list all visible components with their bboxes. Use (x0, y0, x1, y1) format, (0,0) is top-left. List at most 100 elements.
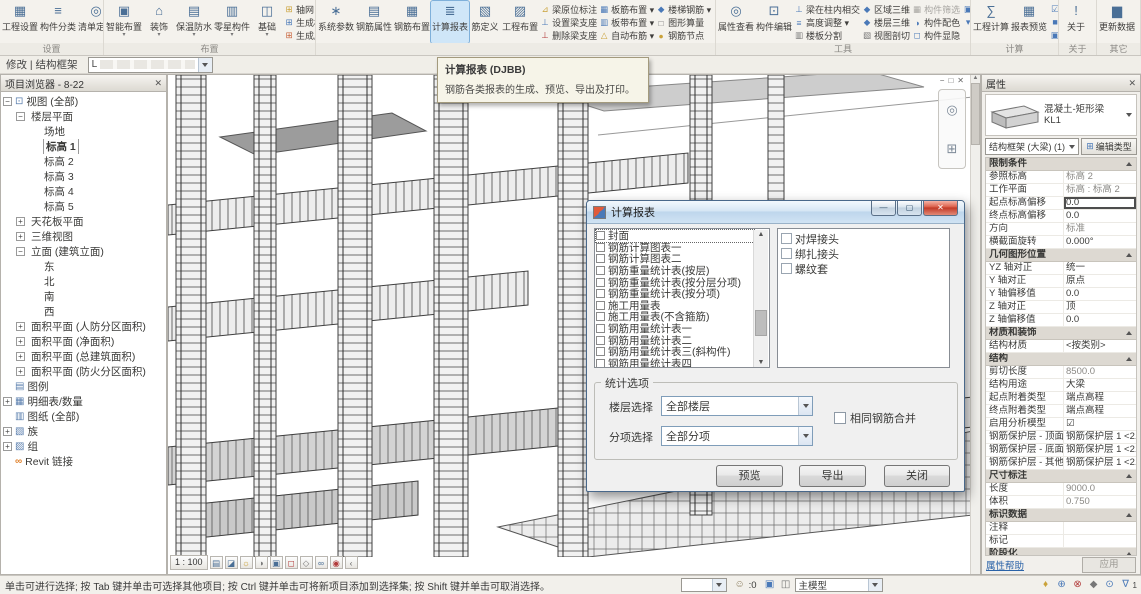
tree-item-level-1-selected[interactable]: 标高 1 (1, 139, 166, 154)
checkbox-unchecked-icon[interactable] (596, 301, 605, 310)
ribbon-small-button[interactable]: ⊥ 设置梁支座 (539, 16, 598, 29)
joint-list-item[interactable]: 螺纹套 (781, 261, 949, 276)
ribbon-button[interactable]: ⊡ 构件编辑 (755, 1, 793, 43)
chevron-down-icon[interactable] (198, 58, 212, 72)
ribbon-button[interactable]: ▥ 零星构件 ▾ (213, 1, 251, 43)
joint-type-list[interactable]: 对焊接头 绑扎接头 螺纹套 (777, 228, 950, 368)
calc-report-button[interactable]: ≣ 计算报表 (431, 1, 469, 43)
view-close-button[interactable]: ✕ (957, 76, 964, 86)
property-row[interactable]: 阶段化 (986, 548, 1136, 556)
tree-item[interactable]: 标高 4 (1, 184, 166, 199)
tree-item[interactable]: + 面积平面 (人防分区面积) (1, 319, 166, 334)
unlocked-3d-icon[interactable]: ◇ (300, 556, 313, 569)
reveal-hidden-icon[interactable]: ◉ (330, 556, 343, 569)
report-list-item[interactable]: 钢筋重量统计表(按分层分项) (596, 276, 754, 288)
property-row[interactable]: Z 轴偏移值 0.0 (986, 314, 1136, 327)
close-icon[interactable]: ✕ (154, 78, 162, 89)
dialog-close-button[interactable]: ✕ (923, 201, 958, 216)
property-row[interactable]: 剪切长度 8500.0 (986, 366, 1136, 379)
property-row[interactable]: 长度 9000.0 (986, 483, 1136, 496)
checkbox-unchecked-icon[interactable] (596, 324, 605, 333)
ribbon-mini-icon[interactable]: ☑ (1048, 3, 1058, 16)
tree-item[interactable]: 标高 3 (1, 169, 166, 184)
report-list-item[interactable]: 施工用量表(不含箍筋) (596, 311, 754, 323)
report-list-item[interactable]: 钢筋用量统计表三(斜构件) (596, 346, 754, 358)
worksharing-display-icon[interactable]: ▣ (763, 578, 777, 592)
tree-item[interactable]: − 立面 (建筑立面) (1, 244, 166, 259)
ribbon-button[interactable]: ∗ 系统参数 (317, 1, 355, 43)
checkbox-unchecked-icon[interactable] (781, 263, 792, 274)
dialog-maximize-button[interactable]: ▢ (897, 201, 922, 216)
crop-view-icon[interactable]: ▣ (270, 556, 283, 569)
checkbox-unchecked-icon[interactable] (596, 312, 605, 321)
tree-expander-icon[interactable]: + (16, 322, 25, 331)
ribbon-small-button[interactable]: ⊥ 梁在柱内相交 (793, 3, 861, 16)
joint-list-item[interactable]: 对焊接头 (781, 231, 949, 246)
tree-expander-icon[interactable]: − (16, 247, 25, 256)
tree-item[interactable]: 西 (1, 304, 166, 319)
properties-header[interactable]: 属性 ✕ (982, 75, 1140, 92)
checkbox-unchecked-icon[interactable] (596, 278, 605, 287)
ribbon-button[interactable]: ≡ 构件分类 (39, 1, 77, 43)
checkbox-unchecked-icon[interactable] (596, 254, 605, 263)
ribbon-small-button[interactable]: ▦ 构件筛选 (911, 3, 961, 16)
filter-icon[interactable]: ∇ (1119, 578, 1133, 592)
tree-item[interactable]: ∞ Revit 链接 (1, 454, 166, 469)
close-icon[interactable]: ✕ (1128, 78, 1136, 89)
item-select-dropdown[interactable]: 全部分项 (661, 426, 813, 446)
property-row[interactable]: 限制条件 (986, 158, 1136, 171)
property-row[interactable]: 起点附着类型 端点高程 (986, 392, 1136, 405)
property-row[interactable]: Z 轴对正 顶 (986, 301, 1136, 314)
chevron-down-icon[interactable] (798, 397, 812, 415)
active-workset-dropdown[interactable]: 主模型 (795, 578, 883, 592)
checkbox-unchecked-icon[interactable] (596, 266, 605, 275)
ribbon-small-button[interactable]: ▧ 视图剖切 (861, 29, 911, 42)
ribbon-button[interactable]: ◎ 属性查看 (717, 1, 755, 43)
ribbon-button[interactable]: ▦ 钢筋布置 (393, 1, 431, 43)
viewbar-collapse-icon[interactable]: ‹ (345, 556, 358, 569)
property-row[interactable]: 结构用途 大梁 (986, 379, 1136, 392)
tree-item[interactable]: ▤ 图例 (1, 379, 166, 394)
report-list-scrollbar[interactable]: ▲ ▼ (753, 230, 768, 367)
chevron-down-icon[interactable] (798, 427, 812, 445)
report-list-item[interactable]: 钢筋用量统计表四 (596, 358, 754, 368)
scroll-up-icon[interactable]: ▲ (758, 231, 765, 238)
property-row[interactable]: 钢筋保护层 - 底面 钢筋保护层 1 <2... (986, 444, 1136, 457)
ribbon-button[interactable]: ! 关于 (1060, 1, 1092, 43)
design-option-dropdown[interactable] (681, 578, 727, 592)
tree-expander-icon[interactable]: + (3, 427, 12, 436)
scroll-down-icon[interactable]: ▼ (758, 359, 765, 366)
shadows-icon[interactable]: ◑ (255, 556, 268, 569)
dialog-minimize-button[interactable]: — (871, 201, 896, 216)
close-button[interactable]: 关闭 (884, 465, 950, 487)
tree-expander-icon[interactable]: + (3, 442, 12, 451)
tree-expander-icon[interactable]: + (16, 367, 25, 376)
tree-item[interactable]: 标高 2 (1, 154, 166, 169)
ribbon-button[interactable]: ▤ 保温防水 ▾ (175, 1, 213, 43)
visual-style-icon[interactable]: ◪ (225, 556, 238, 569)
ribbon-small-button[interactable]: ● 钢筋节点 (655, 29, 712, 42)
tree-expander-icon[interactable]: − (16, 112, 25, 121)
report-list-item[interactable]: 钢筋计算图表一 (596, 242, 754, 254)
report-list-item[interactable]: 钢筋用量统计表一 (596, 323, 754, 335)
prop-start-level-offset[interactable]: 起点标高偏移 0.0 (986, 197, 1136, 210)
checkbox-unchecked-icon[interactable] (596, 359, 605, 368)
tree-item[interactable]: + ▧ 族 (1, 424, 166, 439)
type-preview-dropdown[interactable]: 混凝土-矩形梁 KL1 (985, 94, 1137, 136)
property-row[interactable]: 钢筋保护层 - 顶面 钢筋保护层 1 <2... (986, 431, 1136, 444)
ribbon-small-button[interactable]: ◆ 楼梯钢筋 ▾ (655, 3, 712, 16)
editing-requests-icon[interactable]: ☺ (733, 578, 747, 592)
report-list-item[interactable]: 钢筋重量统计表(按层) (596, 265, 754, 277)
tree-item[interactable]: + ▦ 明细表/数量 (1, 394, 166, 409)
ribbon-small-button[interactable]: ◆ 楼层三维 (861, 16, 911, 29)
report-list-item[interactable]: 钢筋计算图表二 (596, 253, 754, 265)
property-row[interactable]: 几何图形位置 (986, 249, 1136, 262)
property-row[interactable]: 标识数据 (986, 509, 1136, 522)
property-row[interactable]: 结构材质 <按类别> (986, 340, 1136, 353)
chevron-down-icon[interactable] (868, 579, 882, 591)
category-filter-dropdown[interactable]: 结构框架 (大梁) (1) (985, 138, 1079, 155)
ribbon-small-button[interactable]: ⊿ 梁原位标注 (539, 3, 598, 16)
ribbon-small-button[interactable]: ⊞ 生成楼板 (283, 16, 315, 29)
tree-expander-icon[interactable]: + (16, 337, 25, 346)
tree-item[interactable]: − ⊡ 视图 (全部) (1, 94, 166, 109)
